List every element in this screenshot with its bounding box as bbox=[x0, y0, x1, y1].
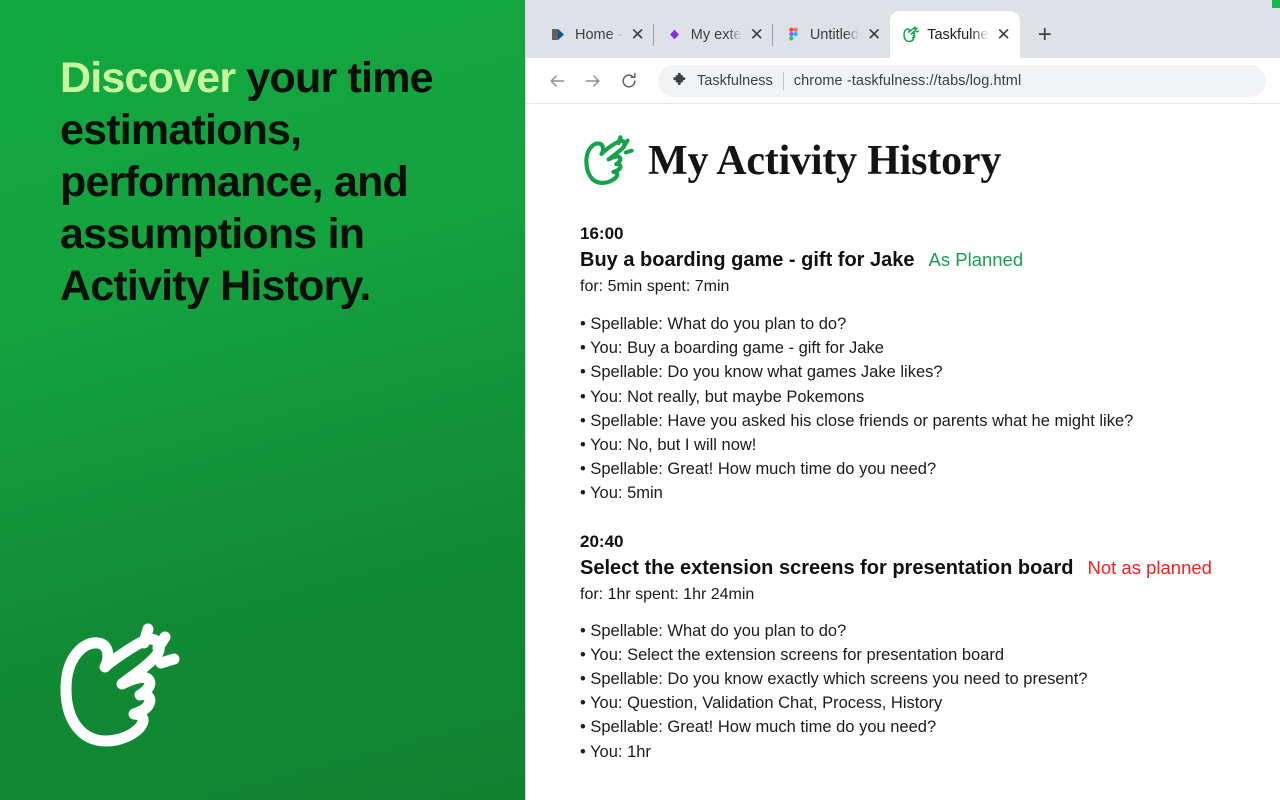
dialog-line: • You: Select the extension screens for … bbox=[580, 645, 1005, 664]
dialog-line: • Spellable: What do you plan to do? bbox=[580, 315, 847, 333]
tab-home[interactable]: Home - ✕ bbox=[538, 11, 654, 58]
corner-accent bbox=[1272, 0, 1280, 8]
browser-window: Home - ✕ My exte ✕ Untitled ✕ Taskfulne … bbox=[525, 0, 1280, 800]
dialog-line: • You: 1hr bbox=[580, 742, 651, 761]
entry-dialog: • Spellable: What do you plan to do? • Y… bbox=[580, 312, 1280, 506]
dialog-line: • Spellable: Have you asked his close fr… bbox=[580, 411, 1134, 430]
page-content: My Activity History 16:00 Buy a boarding… bbox=[526, 104, 1280, 800]
new-tab-button[interactable]: + bbox=[1028, 18, 1062, 52]
dialog-line: • You: Question, Validation Chat, Proces… bbox=[580, 694, 943, 713]
purple-diamond-icon bbox=[666, 26, 683, 43]
entry-title: Buy a boarding game - gift for Jake bbox=[580, 249, 915, 271]
tab-title: Taskfulne bbox=[927, 26, 989, 43]
promo-headline: Discover your time estimations, performa… bbox=[60, 52, 505, 312]
dialog-line: • Spellable: Great! How much time do you… bbox=[580, 718, 937, 737]
page-title: My Activity History bbox=[648, 138, 1002, 184]
tab-title: Home - bbox=[575, 26, 623, 43]
tab-title: My exte bbox=[690, 26, 742, 43]
snap-hand-logo-icon bbox=[48, 615, 198, 765]
page-header: My Activity History bbox=[580, 134, 1280, 188]
figma-icon bbox=[785, 26, 802, 43]
activity-entry: 16:00 Buy a boarding game - gift for Jak… bbox=[580, 222, 1280, 506]
puzzle-piece-icon bbox=[672, 73, 687, 88]
dialog-line: • Spellable: Great! How much time do you… bbox=[580, 460, 937, 479]
back-button[interactable] bbox=[542, 66, 572, 96]
dialog-line: • Spellable: What do you plan to do? bbox=[580, 621, 847, 640]
dialog-line: • You: 5min bbox=[580, 484, 663, 503]
dialog-line: • You: No, but I will now! bbox=[580, 436, 757, 455]
entry-title-row: Select the extension screens for present… bbox=[580, 554, 1280, 582]
tab-title: Untitled bbox=[809, 26, 859, 43]
entry-time: 20:40 bbox=[580, 531, 624, 551]
entry-title: Select the extension screens for present… bbox=[580, 556, 1074, 579]
entry-dialog: • Spellable: What do you plan to do? • Y… bbox=[580, 619, 1280, 764]
status-badge: As Planned bbox=[928, 249, 1024, 270]
screen-root: Discover your time estimations, performa… bbox=[0, 0, 1280, 800]
tab-close-icon[interactable]: ✕ bbox=[631, 26, 645, 43]
tab-taskfulness[interactable]: Taskfulne ✕ bbox=[890, 11, 1020, 58]
promo-headline-highlight: Discover bbox=[60, 54, 236, 102]
tab-untitled-figma[interactable]: Untitled ✕ bbox=[773, 11, 890, 58]
tab-close-icon[interactable]: ✕ bbox=[867, 26, 881, 43]
activity-entry: 20:40 Select the extension screens for p… bbox=[580, 530, 1280, 764]
entry-meta: for: 5min spent: 7min bbox=[580, 278, 730, 295]
home-bookmark-icon bbox=[550, 26, 567, 43]
entry-time: 16:00 bbox=[580, 224, 624, 243]
tab-close-icon[interactable]: ✕ bbox=[997, 26, 1011, 43]
dialog-line: • You: Buy a boarding game - gift for Ja… bbox=[580, 339, 884, 358]
tab-strip: Home - ✕ My exte ✕ Untitled ✕ Taskfulne … bbox=[526, 0, 1280, 58]
url-text[interactable]: chrome -taskfulness://tabs/log.html bbox=[794, 73, 1022, 89]
forward-button[interactable] bbox=[578, 66, 608, 96]
address-bar[interactable]: Taskfulness chrome -taskfulness://tabs/l… bbox=[658, 64, 1266, 97]
dialog-line: • You: Not really, but maybe Pokemons bbox=[580, 387, 865, 406]
reload-button[interactable] bbox=[614, 66, 644, 96]
status-badge: Not as planned bbox=[1087, 556, 1212, 578]
dialog-line: • Spellable: Do you know what games Jake… bbox=[580, 363, 943, 382]
tab-my-extension[interactable]: My exte ✕ bbox=[654, 11, 773, 58]
omnibox-divider bbox=[782, 71, 784, 90]
promo-panel: Discover your time estimations, performa… bbox=[0, 0, 525, 800]
dialog-line: • Spellable: Do you know exactly which s… bbox=[580, 670, 1088, 689]
tab-close-icon[interactable]: ✕ bbox=[750, 26, 764, 43]
entry-meta: for: 1hr spent: 1hr 24min bbox=[580, 585, 755, 603]
taskfulness-logo-icon bbox=[580, 134, 634, 188]
extension-name-label: Taskfulness bbox=[697, 72, 773, 89]
entry-title-row: Buy a boarding game - gift for Jake As P… bbox=[580, 246, 1280, 274]
browser-toolbar: Taskfulness chrome -taskfulness://tabs/l… bbox=[526, 58, 1280, 104]
taskfulness-icon bbox=[902, 26, 920, 43]
